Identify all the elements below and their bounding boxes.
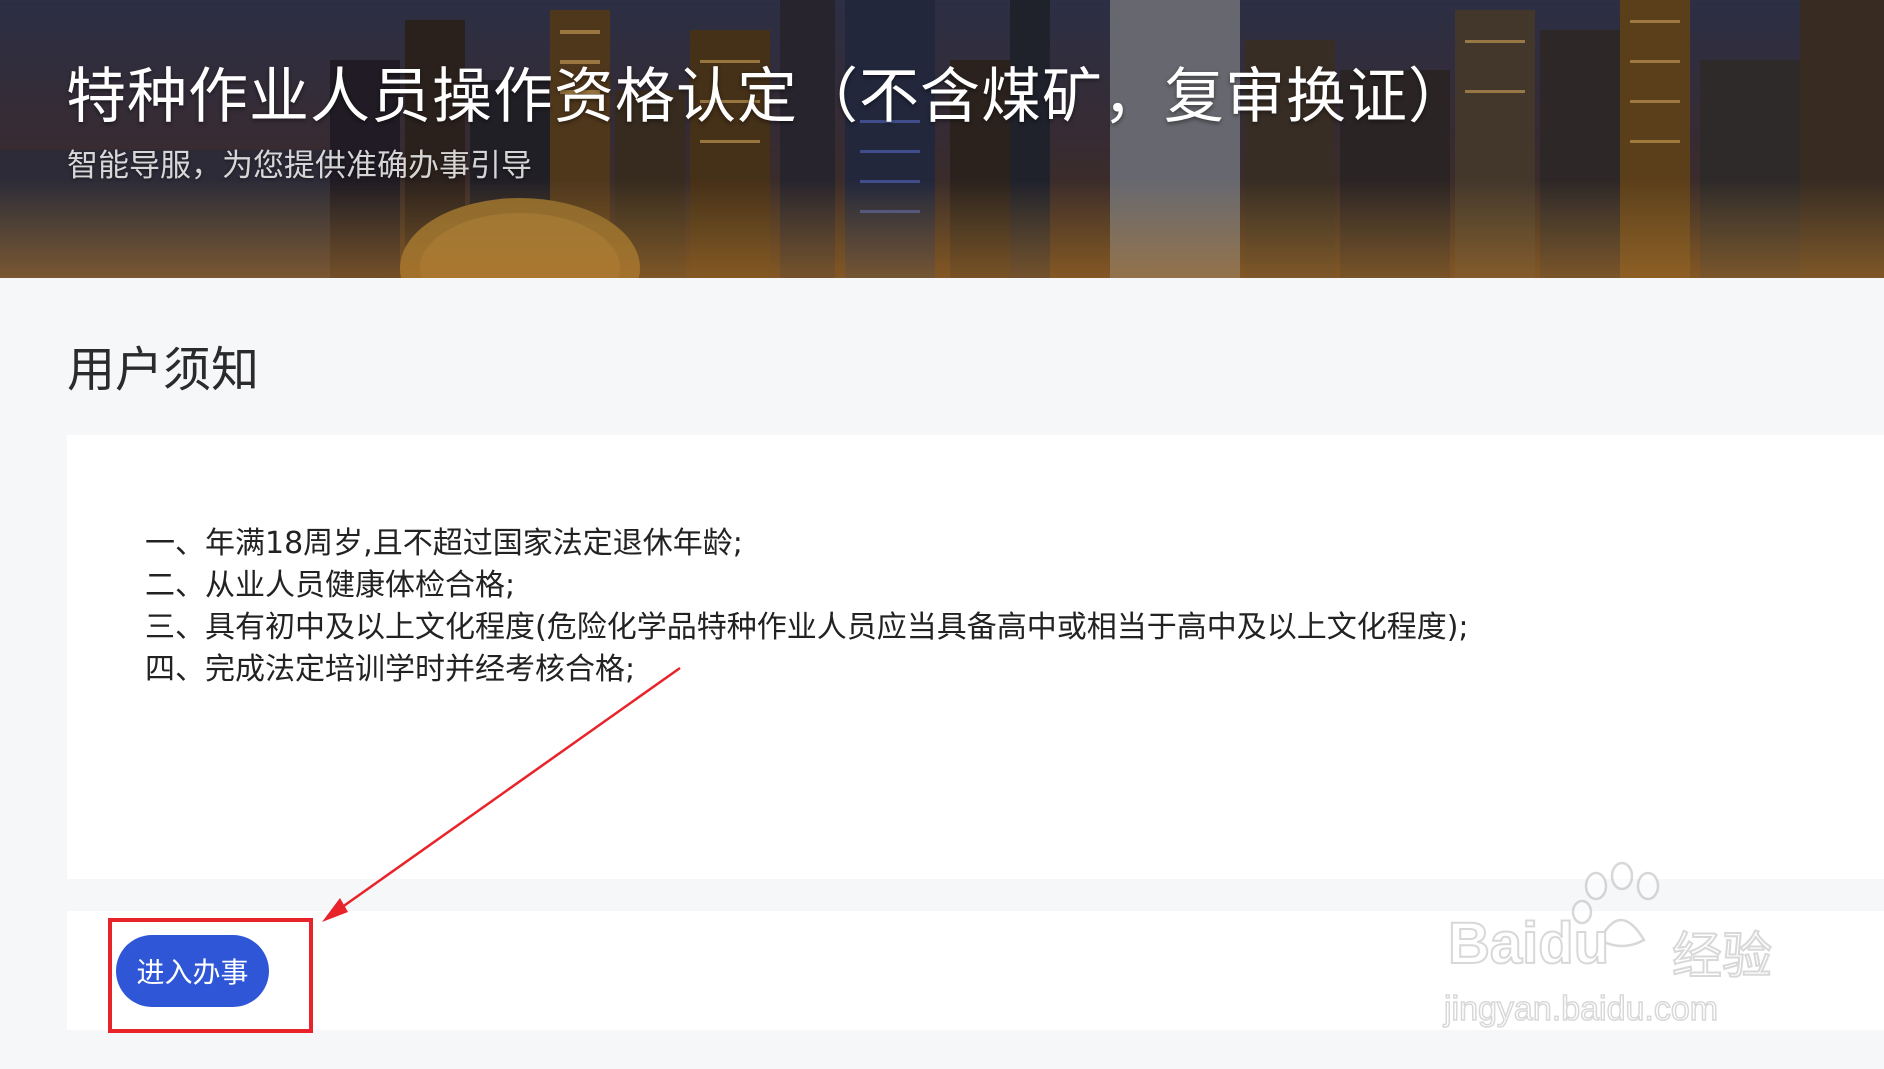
enter-service-button[interactable]: 进入办事 bbox=[116, 935, 269, 1007]
notice-item: 一、年满18周岁,且不超过国家法定退休年龄; bbox=[145, 526, 743, 561]
notice-item: 二、从业人员健康体检合格; bbox=[145, 568, 516, 603]
notice-heading: 用户须知 bbox=[67, 342, 260, 398]
action-bar: 进入办事 bbox=[67, 911, 1884, 1030]
notice-card: 一、年满18周岁,且不超过国家法定退休年龄; 二、从业人员健康体检合格; 三、具… bbox=[67, 435, 1884, 879]
hero-banner: 特种作业人员操作资格认定（不含煤矿，复审换证） 智能导服，为您提供准确办事引导 bbox=[0, 0, 1884, 278]
notice-item: 三、具有初中及以上文化程度(危险化学品特种作业人员应当具备高中或相当于高中及以上… bbox=[145, 610, 1469, 645]
city-skyline-image bbox=[0, 0, 1884, 278]
service-subtitle: 智能导服，为您提供准确办事引导 bbox=[67, 148, 532, 184]
notice-item: 四、完成法定培训学时并经考核合格; bbox=[145, 652, 636, 687]
notice-list: 一、年满18周岁,且不超过国家法定退休年龄; 二、从业人员健康体检合格; 三、具… bbox=[145, 523, 1469, 691]
service-title: 特种作业人员操作资格认定（不含煤矿，复审换证） bbox=[66, 62, 1469, 132]
